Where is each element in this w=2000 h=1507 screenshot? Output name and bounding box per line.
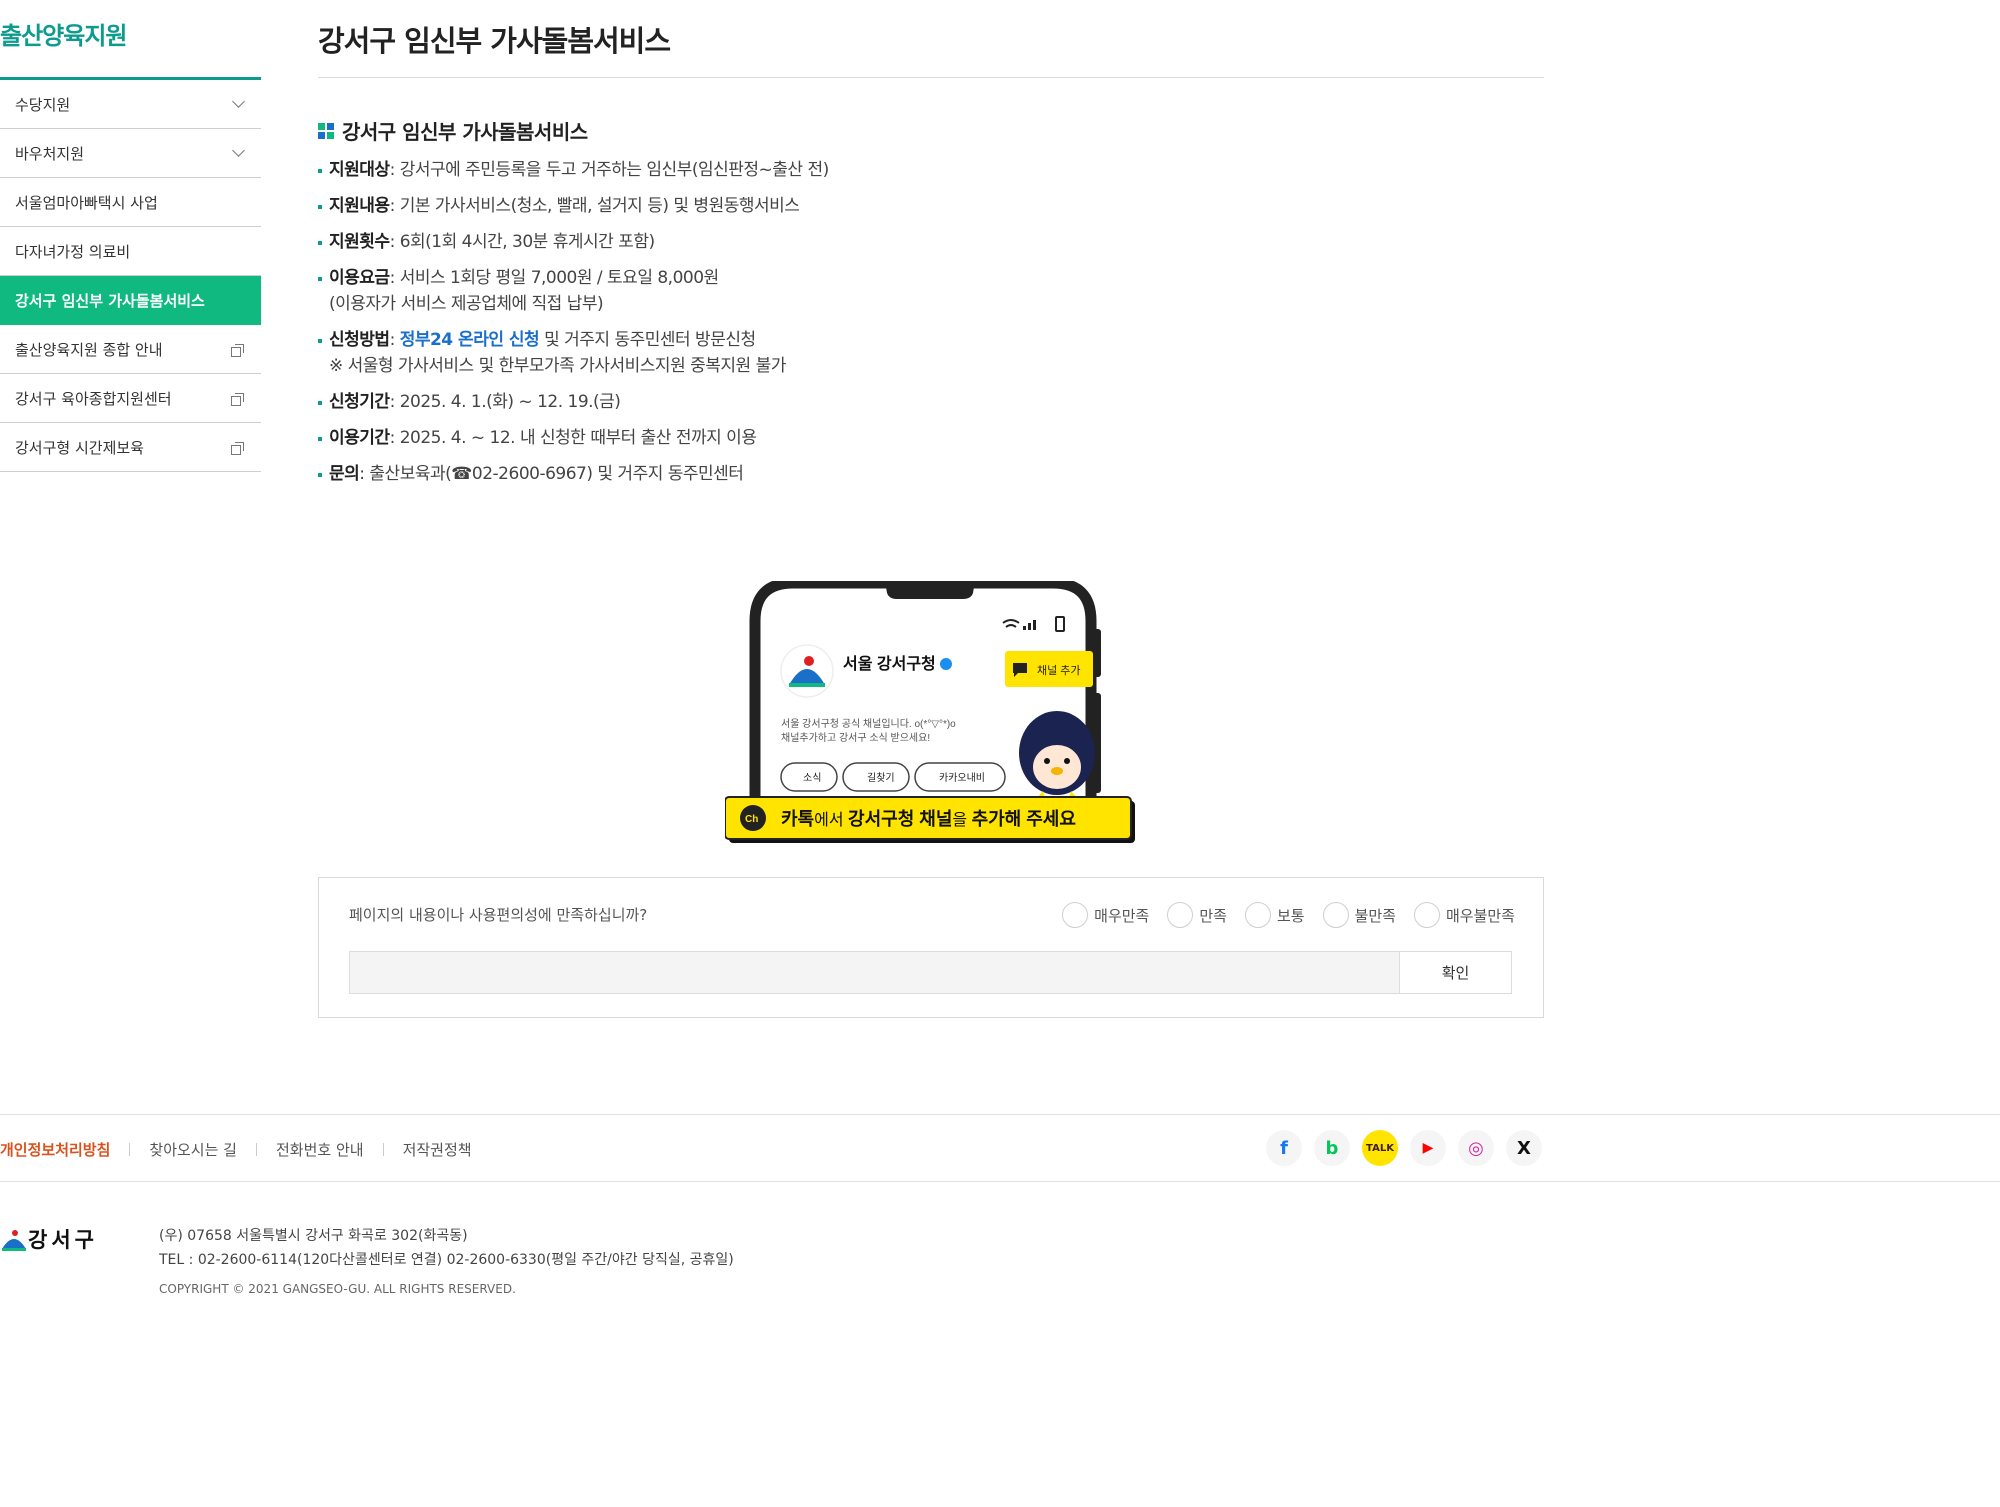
sidebar-item-label: 강서구 육아종합지원센터 xyxy=(15,389,172,408)
divider xyxy=(382,1143,384,1156)
sidebar-item-voucher[interactable]: 바우처지원 xyxy=(0,129,261,178)
svg-text:카카오내비: 카카오내비 xyxy=(939,772,985,784)
external-link-icon xyxy=(231,441,244,455)
chevron-down-icon xyxy=(232,95,245,108)
radio-icon[interactable] xyxy=(1413,902,1440,928)
main-content: 강서구 임신부 가사돌봄서비스 강서구 임신부 가사돌봄서비스 지원대상: 강서… xyxy=(318,0,1544,497)
external-link-icon xyxy=(231,343,244,357)
radio-icon[interactable] xyxy=(1167,902,1194,928)
list-item: 지원횟수: 6회(1회 4시간, 30분 휴게시간 포함) xyxy=(318,229,1544,255)
phone-directory-link[interactable]: 전화번호 안내 xyxy=(276,1139,364,1160)
list-item: 지원내용: 기본 가사서비스(청소, 빨래, 설거지 등) 및 병원동행서비스 xyxy=(318,193,1544,219)
survey-options: 매우만족 만족 보통 불만족 매우불만족 xyxy=(1062,902,1515,928)
sidebar-title: 출산양육지원 xyxy=(0,0,261,80)
svg-text:채널 추가: 채널 추가 xyxy=(1037,664,1081,677)
verified-icon xyxy=(940,658,952,670)
sidebar-item-label: 바우처지원 xyxy=(15,144,85,163)
cta-text: 카톡에서 강서구청 채널을 추가해 주세요 xyxy=(781,809,1076,829)
sidebar-item-label: 출산양육지원 종합 안내 xyxy=(15,340,163,359)
kakao-channel-banner[interactable]: 서울 강서구청 채널 추가 서울 강서구청 공식 채널입니다. o(*°▽°*)… xyxy=(725,581,1139,846)
sidebar: 출산양육지원 수당지원 바우처지원 서울엄마아빠택시 사업 다자녀가정 의료비 … xyxy=(0,0,261,472)
list-item: 이용요금: 서비스 1회당 평일 7,000원 / 토요일 8,000원 (이용자… xyxy=(318,265,1544,317)
instagram-icon[interactable]: ◎ xyxy=(1458,1130,1494,1166)
footer-address: (우) 07658 서울특별시 강서구 화곡로 302(화곡동) TEL : 0… xyxy=(159,1224,734,1272)
chevron-down-icon xyxy=(232,144,245,157)
section-bullet-icon xyxy=(318,122,334,139)
svg-text:서울 강서구청 공식 채널입니다. o(*°▽°*)o: 서울 강서구청 공식 채널입니다. o(*°▽°*)o xyxy=(781,717,956,730)
tel-text: TEL : 02-2600-6114(120다산콜센터로 연결) 02-2600… xyxy=(159,1252,734,1268)
sidebar-item-medical[interactable]: 다자녀가정 의료비 xyxy=(0,227,261,276)
address-text: (우) 07658 서울특별시 강서구 화곡로 302(화곡동) xyxy=(159,1228,468,1244)
sidebar-item-hourly-care[interactable]: 강서구형 시간제보육 xyxy=(0,423,261,472)
sidebar-item-label: 다자녀가정 의료비 xyxy=(15,242,131,261)
gangseo-logo-icon xyxy=(2,1230,26,1251)
radio-very-satisfied[interactable]: 매우만족 xyxy=(1062,902,1149,928)
sidebar-item-label: 강서구형 시간제보육 xyxy=(15,438,144,457)
social-links: f b TALK ▶ ◎ X xyxy=(1266,1130,1542,1166)
directions-link[interactable]: 찾아오시는 길 xyxy=(149,1139,237,1160)
sidebar-item-housekeeping[interactable]: 강서구 임신부 가사돌봄서비스 xyxy=(0,276,261,325)
radio-neutral[interactable]: 보통 xyxy=(1244,902,1305,928)
satisfaction-survey: 페이지의 내용이나 사용편의성에 만족하십니까? 매우만족 만족 보통 불만족 … xyxy=(318,877,1544,1018)
divider xyxy=(255,1143,257,1156)
copyright-text: COPYRIGHT © 2021 GANGSEO-GU. ALL RIGHTS … xyxy=(159,1282,516,1296)
sidebar-item-label: 수당지원 xyxy=(15,95,71,114)
sidebar-item-taxi[interactable]: 서울엄마아빠택시 사업 xyxy=(0,178,261,227)
list-item: 신청기간: 2025. 4. 1.(화) ~ 12. 19.(금) xyxy=(318,389,1544,415)
svg-text:Ch: Ch xyxy=(745,814,758,825)
sidebar-item-label: 서울엄마아빠택시 사업 xyxy=(15,193,158,212)
youtube-icon[interactable]: ▶ xyxy=(1410,1130,1446,1166)
list-item: 문의: 출산보육과(☎02-2600-6967) 및 거주지 동주민센터 xyxy=(318,461,1544,487)
list-item: 지원대상: 강서구에 주민등록을 두고 거주하는 임신부(임신판정~출산 전) xyxy=(318,157,1544,183)
page-title: 강서구 임신부 가사돌봄서비스 xyxy=(318,0,1544,78)
list-item: 신청방법: 정부24 온라인 신청 및 거주지 동주민센터 방문신청 ※ 서울형 … xyxy=(318,327,1544,379)
sidebar-item-guide[interactable]: 출산양육지원 종합 안내 xyxy=(0,325,261,374)
blog-icon[interactable]: b xyxy=(1314,1130,1350,1166)
footer-links-bar: 개인정보처리방침 찾아오시는 길 전화번호 안내 저작권정책 f b TALK … xyxy=(0,1114,2000,1182)
divider xyxy=(129,1143,131,1156)
radio-icon[interactable] xyxy=(1062,902,1089,928)
section-title-text: 강서구 임신부 가사돌봄서비스 xyxy=(342,120,588,144)
channel-name: 서울 강서구청 xyxy=(843,654,936,673)
survey-question: 페이지의 내용이나 사용편의성에 만족하십니까? xyxy=(349,906,648,924)
svg-text:소식: 소식 xyxy=(803,772,821,784)
svg-text:채널추가하고 강서구 소식 받으세요!: 채널추가하고 강서구 소식 받으세요! xyxy=(781,731,930,744)
survey-comment-input[interactable] xyxy=(349,951,1399,994)
external-link-icon xyxy=(231,392,244,406)
sidebar-item-label: 강서구 임신부 가사돌봄서비스 xyxy=(15,291,205,310)
kakaotalk-icon[interactable]: TALK xyxy=(1362,1130,1398,1166)
gov24-link[interactable]: 정부24 온라인 신청 xyxy=(400,330,540,350)
footer-info: 강서구 (우) 07658 서울특별시 강서구 화곡로 302(화곡동) TEL… xyxy=(0,1210,1600,1310)
radio-very-dissatisfied[interactable]: 매우불만족 xyxy=(1413,902,1515,928)
gangseo-logo: 강서구 xyxy=(0,1224,98,1254)
x-icon[interactable]: X xyxy=(1506,1130,1542,1166)
footer-links: 개인정보처리방침 찾아오시는 길 전화번호 안내 저작권정책 xyxy=(0,1139,472,1160)
radio-icon[interactable] xyxy=(1244,902,1271,928)
sidebar-item-childcare-center[interactable]: 강서구 육아종합지원센터 xyxy=(0,374,261,423)
copyright-policy-link[interactable]: 저작권정책 xyxy=(403,1139,472,1160)
facebook-icon[interactable]: f xyxy=(1266,1130,1302,1166)
info-list: 지원대상: 강서구에 주민등록을 두고 거주하는 임신부(임신판정~출산 전) … xyxy=(318,157,1544,487)
survey-confirm-button[interactable]: 확인 xyxy=(1399,951,1512,994)
privacy-policy-link[interactable]: 개인정보처리방침 xyxy=(0,1139,110,1160)
sidebar-item-allowance[interactable]: 수당지원 xyxy=(0,80,261,129)
radio-dissatisfied[interactable]: 불만족 xyxy=(1322,902,1396,928)
radio-satisfied[interactable]: 만족 xyxy=(1167,902,1227,928)
svg-text:길찾기: 길찾기 xyxy=(867,771,895,784)
list-item: 이용기간: 2025. 4. ~ 12. 내 신청한 때부터 출산 전까지 이용 xyxy=(318,425,1544,451)
section-title: 강서구 임신부 가사돌봄서비스 xyxy=(318,116,1544,145)
radio-icon[interactable] xyxy=(1322,902,1349,928)
